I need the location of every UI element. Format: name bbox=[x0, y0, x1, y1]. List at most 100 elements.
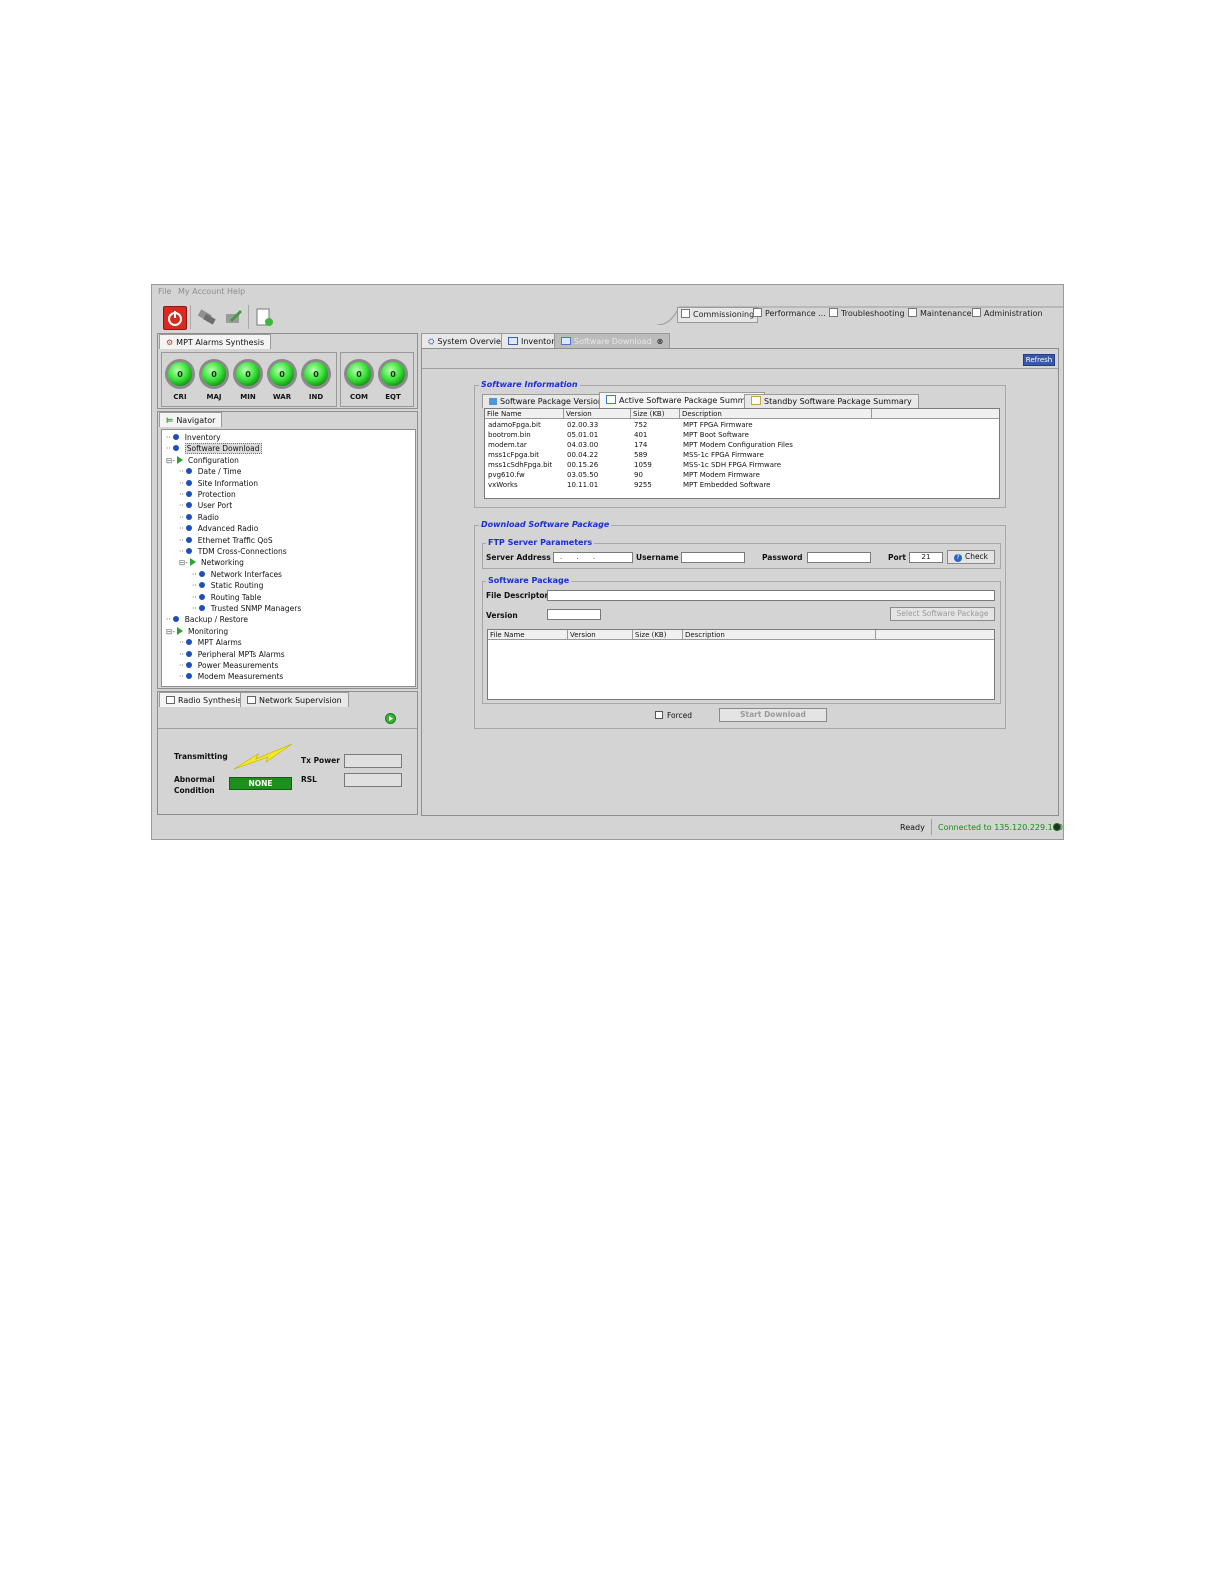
file-descriptor-label: File Descriptor bbox=[486, 591, 549, 600]
tab-software-download[interactable]: Software Download ⊗ bbox=[554, 333, 671, 348]
window-icon bbox=[753, 308, 762, 317]
bullet-icon bbox=[185, 479, 192, 486]
menu-help[interactable]: Help bbox=[227, 287, 245, 296]
perspective-performance[interactable]: Performance ... bbox=[750, 307, 829, 321]
category-alarm-group: 0 COM 0 EQT bbox=[340, 352, 414, 407]
bullet-icon bbox=[185, 650, 192, 657]
tree-connector: ·· bbox=[179, 490, 184, 499]
software-package-title: Software Package bbox=[486, 576, 572, 585]
tree-item[interactable]: ·· Network Interfaces bbox=[192, 569, 282, 580]
check-button[interactable]: ? Check bbox=[947, 550, 995, 564]
tree-expand-icon[interactable]: ⊟- bbox=[179, 558, 188, 567]
column-header-description[interactable]: Description bbox=[683, 630, 876, 640]
rsl-label: RSL bbox=[301, 775, 317, 784]
bullet-icon bbox=[198, 605, 205, 611]
tree-item[interactable]: ⊟- Configuration bbox=[166, 455, 239, 466]
connection-icon bbox=[1053, 823, 1061, 831]
download-software-package-group: Download Software Package FTP Server Par… bbox=[474, 520, 1006, 729]
tree-item[interactable]: ⊟- Monitoring bbox=[166, 626, 228, 637]
tree-item[interactable]: ·· Power Measurements bbox=[179, 660, 278, 671]
column-header-file-name[interactable]: File Name bbox=[488, 630, 568, 640]
forced-checkbox[interactable] bbox=[655, 711, 663, 719]
play-icon[interactable] bbox=[385, 713, 396, 724]
tree-item[interactable]: ·· Modem Measurements bbox=[179, 671, 283, 682]
tree-item[interactable]: ·· Static Routing bbox=[192, 580, 263, 591]
tree-item[interactable]: ·· Ethernet Traffic QoS bbox=[179, 535, 273, 546]
refresh-button[interactable]: Refresh bbox=[1023, 354, 1055, 366]
table-cell: bootrom.bin bbox=[488, 431, 531, 439]
tree-connector: ·· bbox=[179, 661, 184, 670]
column-header-empty bbox=[876, 630, 994, 640]
tree-item[interactable]: ·· Protection bbox=[179, 489, 236, 500]
tree-item[interactable]: ·· Software Download bbox=[166, 443, 262, 455]
bullet-icon bbox=[172, 434, 179, 440]
tree-item[interactable]: ·· Date / Time bbox=[179, 466, 241, 477]
version-label: Version bbox=[486, 611, 518, 620]
tab-network-supervision[interactable]: Network Supervision bbox=[240, 692, 349, 707]
column-header-size[interactable]: Size (KB) bbox=[631, 409, 680, 419]
tree-item[interactable]: ·· TDM Cross-Connections bbox=[179, 546, 287, 557]
perspective-administration[interactable]: Administration bbox=[969, 307, 1046, 321]
forced-label: Forced bbox=[667, 711, 693, 720]
active-software-table: File Name Version Size (KB) Description … bbox=[484, 408, 1000, 499]
menu-my-account[interactable]: My Account bbox=[178, 287, 224, 296]
perspective-commissioning[interactable]: Commissioning bbox=[677, 307, 759, 323]
close-icon[interactable]: ⊗ bbox=[657, 337, 664, 346]
server-address-input[interactable]: . . . bbox=[553, 552, 633, 563]
tree-expand-icon[interactable]: ⊟- bbox=[166, 456, 175, 465]
column-header-file-name[interactable]: File Name bbox=[485, 409, 564, 419]
port-input[interactable]: 21 bbox=[909, 552, 943, 563]
password-input[interactable] bbox=[807, 552, 871, 563]
tree-item[interactable]: ·· MPT Alarms bbox=[179, 637, 242, 648]
network-icon[interactable] bbox=[196, 306, 218, 328]
new-document-icon[interactable] bbox=[253, 306, 275, 328]
tab-software-package-versions[interactable]: Software Package Versions bbox=[482, 394, 615, 408]
software-information-title: Software Information bbox=[479, 380, 580, 389]
status-bar: Ready Connected to 135.120.229.180 bbox=[152, 817, 1063, 839]
tree-item[interactable]: ·· Radio bbox=[179, 512, 219, 523]
tree-expand-icon[interactable]: ⊟- bbox=[166, 627, 175, 636]
perspective-troubleshooting[interactable]: Troubleshooting bbox=[826, 307, 908, 321]
edit-icon[interactable] bbox=[222, 306, 244, 328]
perspective-bar: Commissioning Performance ... Troublesho… bbox=[657, 303, 1063, 325]
tree-item-label: Radio bbox=[197, 512, 219, 522]
table-cell: 589 bbox=[634, 451, 648, 459]
column-header-version[interactable]: Version bbox=[568, 630, 633, 640]
bullet-icon bbox=[198, 570, 205, 577]
tree-connector: ·· bbox=[166, 444, 171, 454]
perspective-maintenance[interactable]: Maintenance bbox=[905, 307, 975, 321]
tree-item[interactable]: ·· Routing Table bbox=[192, 592, 261, 603]
tree-item[interactable]: ·· Inventory bbox=[166, 432, 221, 443]
column-header-version[interactable]: Version bbox=[564, 409, 631, 419]
menu-file[interactable]: File bbox=[158, 287, 171, 296]
table-cell: MPT Boot Software bbox=[683, 431, 749, 439]
file-descriptor-input[interactable] bbox=[547, 590, 995, 601]
alarm-led-maj: 0 bbox=[199, 359, 229, 389]
tab-standby-software-package-summary[interactable]: Standby Software Package Summary bbox=[744, 394, 919, 408]
tree-item[interactable]: ·· Trusted SNMP Managers bbox=[192, 603, 301, 614]
tab-mpt-alarms-synthesis[interactable]: ⚙ MPT Alarms Synthesis bbox=[159, 334, 272, 349]
tree-item[interactable]: ·· Advanced Radio bbox=[179, 523, 258, 534]
tree-item[interactable]: ·· Site Information bbox=[179, 478, 258, 489]
tab-radio-synthesis[interactable]: Radio Synthesis bbox=[159, 692, 249, 707]
column-header-size[interactable]: Size (KB) bbox=[633, 630, 683, 640]
version-input[interactable] bbox=[547, 609, 601, 620]
username-input[interactable] bbox=[681, 552, 745, 563]
tree-item[interactable]: ·· Backup / Restore bbox=[166, 614, 248, 625]
tree-item[interactable]: ·· User Port bbox=[179, 500, 232, 511]
select-software-package-button[interactable]: Select Software Package bbox=[890, 607, 995, 621]
alarm-led-min: 0 bbox=[233, 359, 263, 389]
tree-connector: ·· bbox=[179, 672, 184, 682]
table-cell: modem.tar bbox=[488, 441, 527, 449]
tab-active-software-package-summary[interactable]: Active Software Package Summary bbox=[599, 392, 766, 408]
tree-item[interactable]: ⊟- Networking bbox=[179, 557, 244, 568]
tree-item-label: Peripheral MPTs Alarms bbox=[197, 649, 285, 659]
tab-navigator[interactable]: ⊨ Navigator bbox=[159, 412, 223, 427]
power-icon[interactable] bbox=[163, 306, 187, 330]
tree-item-label: Networking bbox=[201, 558, 244, 568]
start-download-button[interactable]: Start Download bbox=[719, 708, 827, 722]
bullet-icon bbox=[172, 616, 179, 623]
tree-connector: ·· bbox=[179, 524, 184, 534]
column-header-description[interactable]: Description bbox=[680, 409, 872, 419]
tree-item[interactable]: ·· Peripheral MPTs Alarms bbox=[179, 649, 285, 660]
